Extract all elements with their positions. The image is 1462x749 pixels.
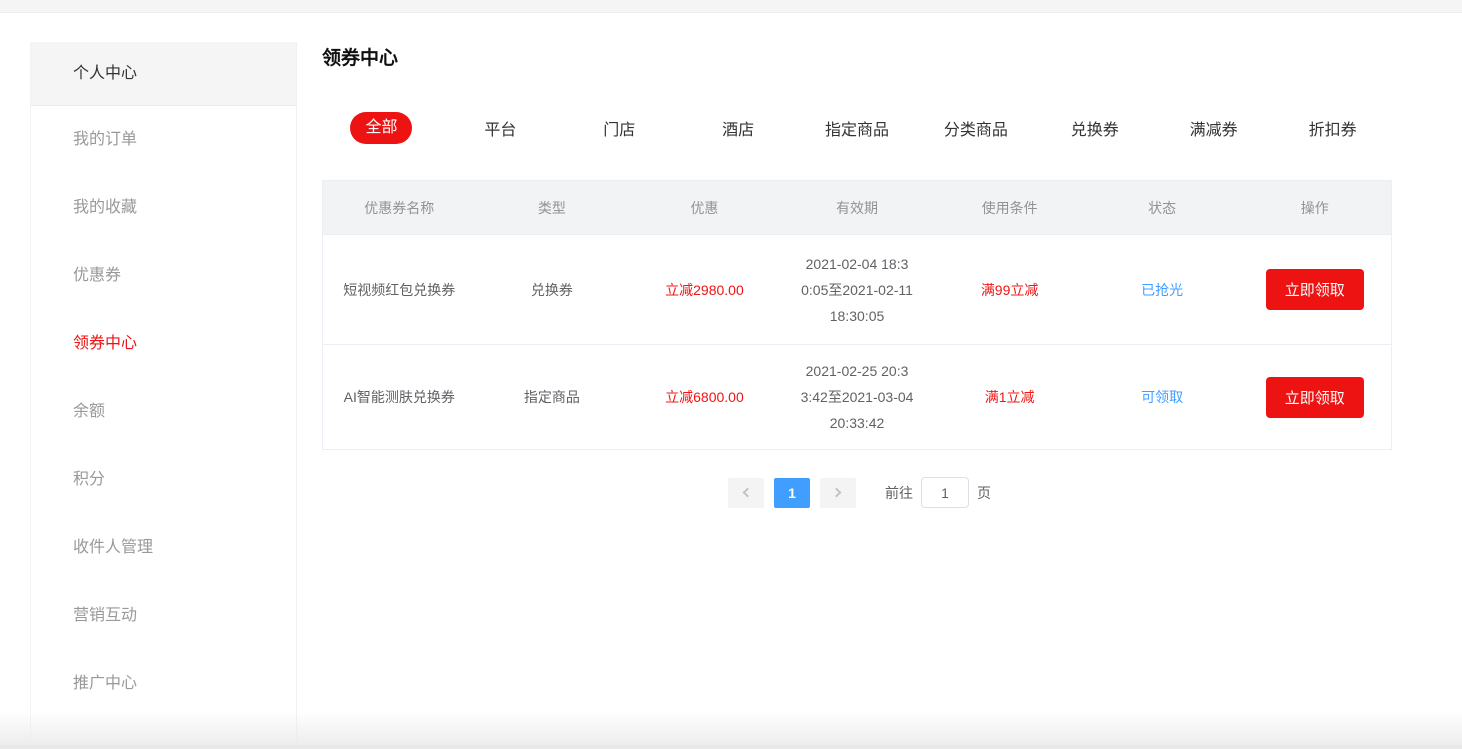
sidebar-item-coupons[interactable]: 优惠券 [31,242,296,310]
coupon-table: 优惠券名称 类型 优惠 有效期 使用条件 状态 操作 短视频红包兑换券 兑换券 … [322,180,1392,450]
footer-bar [0,745,1462,749]
type-cell: 兑换券 [476,235,629,344]
discount-cell: 立减6800.00 [628,345,781,449]
tab-exchange-coupon[interactable]: 兑换券 [1035,116,1154,140]
condition-cell: 满1立减 [933,345,1086,449]
chevron-right-icon [832,488,842,498]
validity-line: 20:33:42 [830,410,885,436]
column-header-type: 类型 [476,181,629,234]
action-cell: 立即领取 [1238,345,1391,449]
column-header-condition: 使用条件 [933,181,1086,234]
tab-bar: 全部 平台 门店 酒店 指定商品 分类商品 兑换券 满减券 折扣券 [322,110,1392,146]
chevron-left-icon [743,488,753,498]
status-cell: 可领取 [1086,345,1239,449]
go-to-label: 前往 [885,483,913,503]
sidebar: 个人中心 我的订单 我的收藏 优惠券 领券中心 余额 积分 收件人管理 营销互动… [30,42,297,745]
action-cell: 立即领取 [1238,235,1391,344]
page-jumper-input[interactable] [921,477,969,508]
validity-line: 18:30:05 [830,303,885,329]
tab-category-goods[interactable]: 分类商品 [916,116,1035,140]
page-title: 领券中心 [322,47,1392,71]
table-row: AI智能测肤兑换券 指定商品 立减6800.00 2021-02-25 20:3… [323,344,1391,449]
condition-cell: 满99立减 [933,235,1086,344]
coupon-name-cell: AI智能测肤兑换券 [323,345,476,449]
column-header-validity: 有效期 [781,181,934,234]
top-bar [0,0,1462,13]
sidebar-item-marketing-interaction[interactable]: 营销互动 [31,582,296,650]
tab-all[interactable]: 全部 [322,112,441,144]
tab-hotel[interactable]: 酒店 [679,116,798,140]
table-header-row: 优惠券名称 类型 优惠 有效期 使用条件 状态 操作 [323,181,1391,234]
sidebar-item-coupon-center[interactable]: 领券中心 [31,310,296,378]
sidebar-item-recipient-management[interactable]: 收件人管理 [31,514,296,582]
main-content: 领券中心 全部 平台 门店 酒店 指定商品 分类商品 兑换券 满减券 折扣券 优… [322,40,1392,508]
validity-cell: 2021-02-25 20:3 3:42至2021-03-04 20:33:42 [781,345,934,449]
tab-discount-coupon[interactable]: 折扣券 [1273,116,1392,140]
sidebar-item-promotion-center[interactable]: 推广中心 [31,650,296,718]
column-header-status: 状态 [1086,181,1239,234]
type-cell: 指定商品 [476,345,629,449]
prev-page-button[interactable] [728,478,764,508]
tab-full-reduction-coupon[interactable]: 满减券 [1154,116,1273,140]
claim-button[interactable]: 立即领取 [1266,377,1364,418]
page-jumper: 前往 页 [885,477,991,508]
sidebar-item-points[interactable]: 积分 [31,446,296,514]
column-header-action: 操作 [1238,181,1391,234]
validity-line: 2021-02-04 18:3 [806,251,909,277]
tab-all-pill[interactable]: 全部 [350,112,412,144]
column-header-name: 优惠券名称 [323,181,476,234]
tab-platform[interactable]: 平台 [441,116,560,140]
sidebar-header-personal-center[interactable]: 个人中心 [31,42,296,106]
coupon-name-cell: 短视频红包兑换券 [323,235,476,344]
page-button-1[interactable]: 1 [774,478,810,508]
pagination: 1 前往 页 [322,477,1392,508]
tab-specified-goods[interactable]: 指定商品 [798,116,917,140]
sidebar-item-balance[interactable]: 余额 [31,378,296,446]
tab-store[interactable]: 门店 [560,116,679,140]
next-page-button[interactable] [820,478,856,508]
column-header-discount: 优惠 [628,181,781,234]
table-row: 短视频红包兑换券 兑换券 立减2980.00 2021-02-04 18:3 0… [323,234,1391,344]
claim-button[interactable]: 立即领取 [1266,269,1364,310]
validity-line: 3:42至2021-03-04 [801,384,914,410]
validity-cell: 2021-02-04 18:3 0:05至2021-02-11 18:30:05 [781,235,934,344]
validity-line: 0:05至2021-02-11 [801,277,913,303]
sidebar-item-my-orders[interactable]: 我的订单 [31,106,296,174]
validity-line: 2021-02-25 20:3 [806,358,909,384]
page-unit-label: 页 [977,483,991,503]
sidebar-item-my-favorites[interactable]: 我的收藏 [31,174,296,242]
discount-cell: 立减2980.00 [628,235,781,344]
status-cell: 已抢光 [1086,235,1239,344]
